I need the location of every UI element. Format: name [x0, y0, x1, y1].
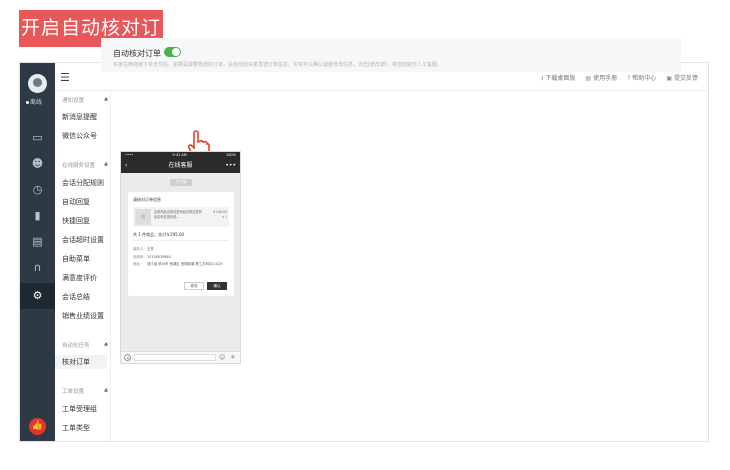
manual-link[interactable]: ▤ 使用手册 [585, 73, 617, 84]
phone-input-bar: ◂ ☺ + [121, 351, 240, 363]
history-icon[interactable]: ◷ [20, 177, 55, 203]
section-title: 在线服务设置 [62, 163, 96, 169]
tickets-icon[interactable]: ▤ [20, 229, 55, 255]
order-check-card: 请核对订单信息 图 这是商品名称这是商品名称这是商品名称这是商品... ￥100… [128, 192, 234, 296]
menu-toggle-icon[interactable]: ☰ [60, 71, 70, 84]
feedback-link[interactable]: ▣ 提交反馈 [666, 73, 698, 84]
customers-icon[interactable]: ☻ [20, 151, 55, 177]
topbar-divider [55, 90, 708, 91]
modify-button[interactable]: 修改 [184, 282, 204, 290]
address-row: 地址： 浙江省 杭州市 西湖区 西湖街道 教工万科中心G25 [133, 262, 229, 267]
manual-icon: ▤ [585, 75, 592, 82]
signal-indicator: •••• [125, 153, 134, 157]
settings-gear-icon[interactable]: ⚙ [20, 283, 55, 309]
auto-check-setting-panel: 自动核对订单 买家在微商城下单支付后，如果是需要物流的订单，会自动给买家发送订单… [101, 38, 681, 72]
price-value: ￥100.00 [212, 210, 227, 214]
caret-up-icon: ▲ [104, 161, 108, 167]
phone-preview: •••• 9:41 AM 100% ‹ 在线客服 ••• 已下单 请核对订单信息… [120, 151, 241, 364]
product-name: 这是商品名称这是商品名称这是商品名称这是商品... [154, 210, 202, 219]
card-divider [133, 240, 229, 241]
phone-header-title: 在线客服 [168, 162, 193, 169]
headset-icon[interactable]: ∩ [20, 255, 55, 281]
help-icon: ? [627, 75, 631, 82]
order-tag: 已下单 [170, 179, 192, 186]
back-icon[interactable]: ‹ [125, 159, 127, 173]
sidebar-item-assign-rules[interactable]: 会话分配规则 [62, 178, 104, 188]
section-notify[interactable]: 通知设置 ▲ [62, 96, 108, 104]
sidebar-item-satisfaction[interactable]: 满意度评价 [62, 273, 97, 283]
receiver-row: 收件人：王芳 [133, 246, 154, 251]
message-input[interactable] [134, 354, 216, 361]
sidebar-item-ticket-group[interactable]: 工单受理组 [62, 404, 97, 414]
sidebar-item-self-menu[interactable]: 自助菜单 [62, 254, 90, 264]
download-label: 下载桌面版 [545, 75, 576, 82]
phone-row: 手机号：15158035685 [133, 254, 171, 259]
sidebar-item-new-message[interactable]: 新消息提醒 [62, 112, 97, 122]
manual-label: 使用手册 [593, 75, 618, 82]
product-price: ￥100.00 x 1 [213, 210, 227, 220]
feedback-label: 提交反馈 [673, 75, 698, 82]
more-icon[interactable]: ••• [225, 159, 236, 173]
confirm-button[interactable]: 确认 [207, 282, 227, 290]
stats-icon[interactable]: ▮ [20, 203, 55, 229]
receiver-value: 王芳 [147, 247, 154, 251]
avatar[interactable] [28, 74, 47, 93]
auto-check-toggle[interactable] [164, 47, 181, 57]
section-online-service[interactable]: 在线服务设置 ▲ [62, 161, 108, 169]
sidebar-item-summary[interactable]: 会话总结 [62, 292, 90, 302]
sidebar-item-timeout[interactable]: 会话超时设置 [62, 235, 104, 245]
qty-value: x 1 [222, 215, 227, 219]
section-automation[interactable]: 自动化任务 ▲ [62, 341, 108, 349]
sidebar-item-auto-reply[interactable]: 自动回复 [62, 197, 90, 207]
help-link[interactable]: ? 帮助中心 [627, 73, 656, 84]
section-tickets[interactable]: 工单设置 ▲ [62, 387, 108, 395]
sidebar-item-wechat[interactable]: 微信公众号 [62, 131, 97, 141]
address-value: 浙江省 杭州市 西湖区 西湖街道 教工万科中心G25 [147, 262, 223, 266]
setting-description: 买家在微商城下单支付后，如果是需要物流的订单，会自动给买家发送订单信息，买家可以… [113, 62, 442, 68]
product-thumbnail: 图 [135, 209, 151, 225]
battery-level: 100% [225, 153, 236, 157]
download-icon: ⭳ [541, 75, 544, 82]
caret-up-icon: ▲ [104, 387, 108, 393]
left-rail: 离线 ▭ ☻ ◷ ▮ ▤ ∩ ⚙ 👍 [20, 63, 55, 441]
status-label: 离线 [30, 99, 43, 106]
order-total: 共 1 件商品，实付￥295.00 [133, 232, 185, 237]
topbar-links: ⭳ 下载桌面版 ▤ 使用手册 ? 帮助中心 ▣ 提交反馈 [541, 73, 698, 84]
emoji-icon[interactable]: ☺ [219, 354, 225, 361]
feedback-icon: ▣ [666, 75, 672, 82]
sidebar-item-sales[interactable]: 销售业绩设置 [62, 311, 104, 321]
section-title: 工单设置 [62, 389, 85, 395]
sidebar-item-ticket-type[interactable]: 工单类型 [62, 423, 90, 433]
thumbs-up-icon[interactable]: 👍 [29, 418, 46, 435]
receiver-label: 收件人： [133, 247, 147, 251]
phone-value: 15158035685 [147, 255, 171, 259]
caret-up-icon: ▲ [104, 96, 108, 102]
phone-status-bar: •••• 9:41 AM 100% [121, 152, 240, 159]
voice-icon[interactable]: ◂ [124, 354, 131, 361]
setting-title: 自动核对订单 [113, 49, 161, 58]
download-link[interactable]: ⭳ 下载桌面版 [541, 73, 575, 84]
phone-header: ‹ 在线客服 ••• [121, 159, 240, 173]
plus-icon[interactable]: + [230, 353, 236, 361]
caret-up-icon: ▲ [104, 341, 108, 347]
settings-sidebar: 通知设置 ▲ 新消息提醒 微信公众号 在线服务设置 ▲ 会话分配规则 自动回复 快捷… [55, 91, 111, 441]
phone-label: 手机号： [133, 255, 147, 259]
section-title: 通知设置 [62, 98, 85, 104]
sidebar-item-quick-reply[interactable]: 快捷回复 [62, 216, 90, 226]
card-title: 请核对订单信息 [133, 197, 161, 202]
address-label: 地址： [133, 262, 144, 266]
phone-time: 9:41 AM [172, 153, 187, 157]
section-title: 自动化任务 [62, 343, 90, 349]
sidebar-item-check-order[interactable]: 核对订单 [55, 355, 107, 369]
product-row: 图 这是商品名称这是商品名称这是商品名称这是商品... ￥100.00 x 1 [133, 207, 229, 227]
chat-icon[interactable]: ▭ [20, 125, 55, 151]
online-status[interactable]: 离线 [26, 97, 42, 106]
help-label: 帮助中心 [632, 75, 657, 82]
